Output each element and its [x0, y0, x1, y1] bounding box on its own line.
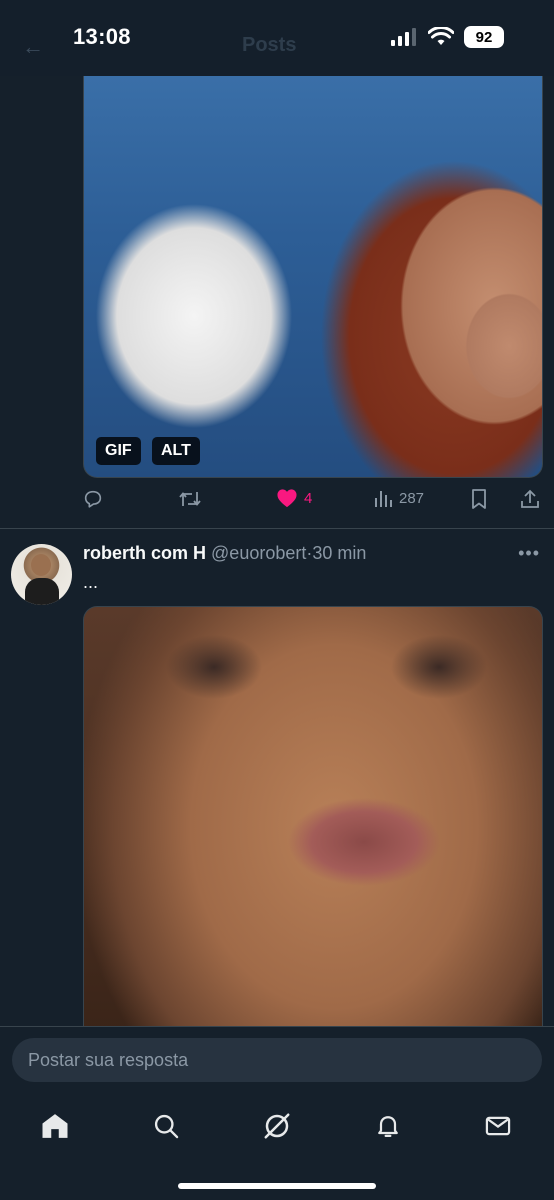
- nav-grok[interactable]: [259, 1108, 295, 1144]
- repost-icon: [179, 492, 201, 506]
- home-indicator: [178, 1183, 376, 1189]
- post-header: roberth com H @euorobert·30 min: [83, 543, 366, 564]
- like-button[interactable]: 4: [276, 488, 312, 508]
- wifi-icon: [428, 27, 454, 45]
- views-button[interactable]: 287: [373, 488, 424, 508]
- gif-badge: GIF: [96, 437, 141, 465]
- page-title: Posts: [242, 34, 297, 56]
- back-button[interactable]: ←: [22, 34, 44, 60]
- reply-bar: [0, 1026, 554, 1093]
- heart-filled-icon: [277, 489, 297, 508]
- nav-search[interactable]: [148, 1108, 184, 1144]
- bookmark-button[interactable]: [469, 488, 489, 510]
- signal-icon: [391, 28, 416, 46]
- share-button[interactable]: [519, 488, 541, 510]
- bookmark-icon: [472, 489, 486, 509]
- post-text: ...: [83, 572, 99, 592]
- display-name[interactable]: roberth com H: [83, 543, 206, 563]
- repost-button[interactable]: [178, 488, 202, 510]
- avatar-body: [25, 578, 59, 605]
- alt-badge[interactable]: ALT: [152, 437, 200, 465]
- notifications-icon: [378, 1116, 398, 1138]
- handle[interactable]: @euorobert: [211, 543, 306, 563]
- status-time: 13:08: [73, 24, 131, 49]
- share-icon: [521, 489, 539, 508]
- messages-icon: [485, 1116, 511, 1136]
- reply-button[interactable]: [82, 488, 104, 510]
- more-options-button[interactable]: •••: [518, 543, 540, 564]
- views-count: 287: [399, 489, 425, 507]
- reply-icon: [84, 490, 102, 508]
- nav-messages[interactable]: [480, 1108, 516, 1144]
- status-bar: ← Posts 13:08 92: [0, 0, 554, 76]
- post-time[interactable]: 30 min: [312, 543, 366, 563]
- search-icon: [154, 1114, 179, 1139]
- status-icons: 92: [390, 26, 504, 48]
- battery-indicator: 92: [464, 26, 504, 48]
- reply-input[interactable]: [12, 1038, 542, 1082]
- avatar[interactable]: [11, 544, 72, 605]
- post-actions: 4 287: [82, 488, 542, 514]
- like-count: 4: [304, 489, 313, 507]
- post-divider: [0, 528, 554, 529]
- nav-home[interactable]: [37, 1108, 73, 1144]
- nav-notifications[interactable]: [370, 1108, 406, 1144]
- home-icon: [42, 1114, 68, 1138]
- post-media-gif[interactable]: GIF ALT: [83, 76, 543, 478]
- grok-icon: [264, 1113, 290, 1139]
- avatar-head: [31, 554, 51, 576]
- views-icon: [375, 491, 392, 507]
- post-media-image[interactable]: [83, 606, 543, 1037]
